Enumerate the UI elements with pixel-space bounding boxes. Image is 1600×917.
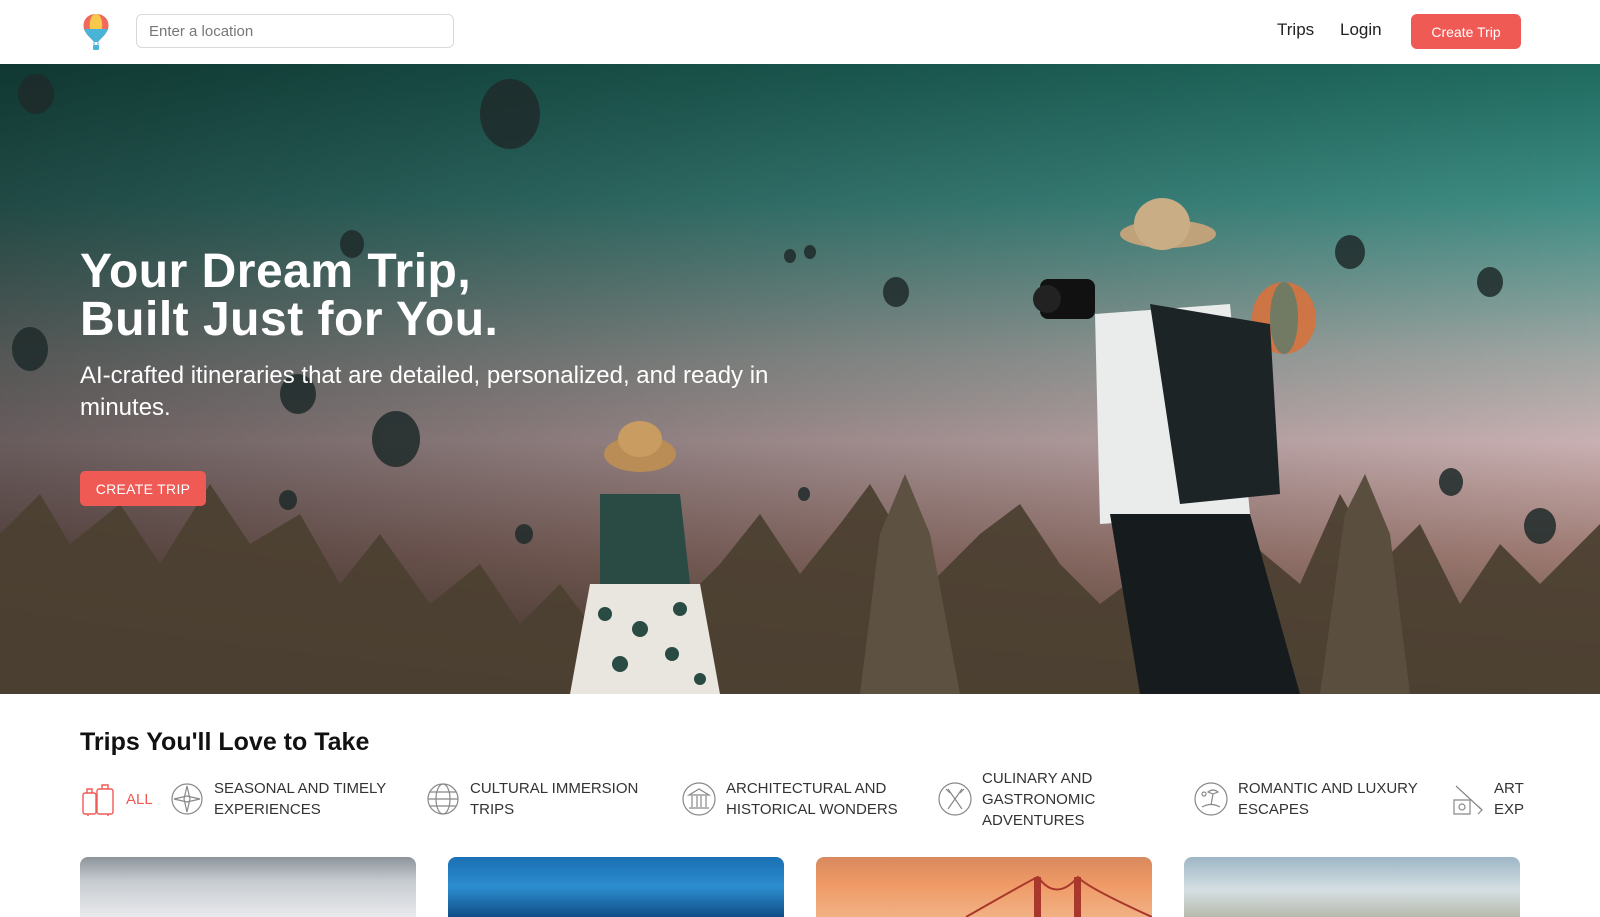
beach-icon	[1194, 782, 1228, 816]
category-romantic-escapes[interactable]: ROMANTIC AND LUXURY ESCAPES	[1192, 768, 1418, 830]
category-label: ART EXP	[1494, 780, 1525, 818]
golden-gate-bridge-icon	[965, 875, 1152, 917]
top-navbar: Trips Login Create Trip	[0, 0, 1600, 64]
category-cultural-immersion[interactable]: CULTURAL IMMERSION TRIPS	[424, 768, 640, 830]
category-label: CULINARY AND GASTRONOMIC ADVENTURES	[982, 769, 1096, 829]
category-label: SEASONAL AND TIMELY EXPERIENCES	[214, 780, 387, 818]
hero-title-line-2: Built Just for You.	[80, 293, 499, 346]
trip-card-3[interactable]	[816, 857, 1152, 917]
compass-icon	[171, 783, 203, 815]
create-trip-button[interactable]: Create Trip	[1411, 14, 1521, 49]
category-seasonal-experiences[interactable]: SEASONAL AND TIMELY EXPERIENCES	[168, 768, 404, 830]
hero-subtitle: AI-crafted itineraries that are detailed…	[80, 362, 769, 421]
category-label: ROMANTIC AND LUXURY ESCAPES	[1238, 780, 1418, 818]
utensils-icon	[938, 782, 972, 816]
nav-trips-link[interactable]: Trips	[1277, 20, 1314, 40]
category-label: ARCHITECTURAL AND HISTORICAL WONDERS	[726, 780, 898, 818]
category-culinary-adventures[interactable]: CULINARY AND GASTRONOMIC ADVENTURES	[936, 768, 1117, 830]
temple-icon	[682, 782, 716, 816]
globe-icon	[427, 783, 459, 815]
paint-icon	[1453, 785, 1483, 815]
hot-air-balloon-logo-icon[interactable]	[80, 12, 112, 52]
hero-banner: Your Dream Trip, Built Just for You. AI-…	[0, 64, 1600, 694]
trip-card-4[interactable]	[1184, 857, 1520, 917]
category-all[interactable]: ALL	[80, 768, 153, 830]
hero-title: Your Dream Trip, Built Just for You.	[80, 248, 498, 344]
category-filter-bar: ALL SEASONAL AND TIMELY EXPERIENCES CULT…	[0, 768, 1600, 838]
trip-card-1[interactable]	[80, 857, 416, 917]
nav-login-link[interactable]: Login	[1340, 20, 1382, 40]
hero-title-line-1: Your Dream Trip,	[80, 245, 472, 298]
category-art-experiences[interactable]: ART EXP	[1448, 768, 1526, 830]
luggage-icon	[82, 784, 114, 816]
category-label: CULTURAL IMMERSION TRIPS	[470, 780, 639, 818]
section-title: Trips You'll Love to Take	[80, 728, 370, 756]
category-architectural-wonders[interactable]: ARCHITECTURAL AND HISTORICAL WONDERS	[680, 768, 906, 830]
trip-card-2[interactable]	[448, 857, 784, 917]
category-label: ALL	[126, 790, 153, 808]
location-search-input[interactable]	[136, 14, 454, 48]
hero-create-trip-button[interactable]: CREATE TRIP	[80, 471, 206, 506]
